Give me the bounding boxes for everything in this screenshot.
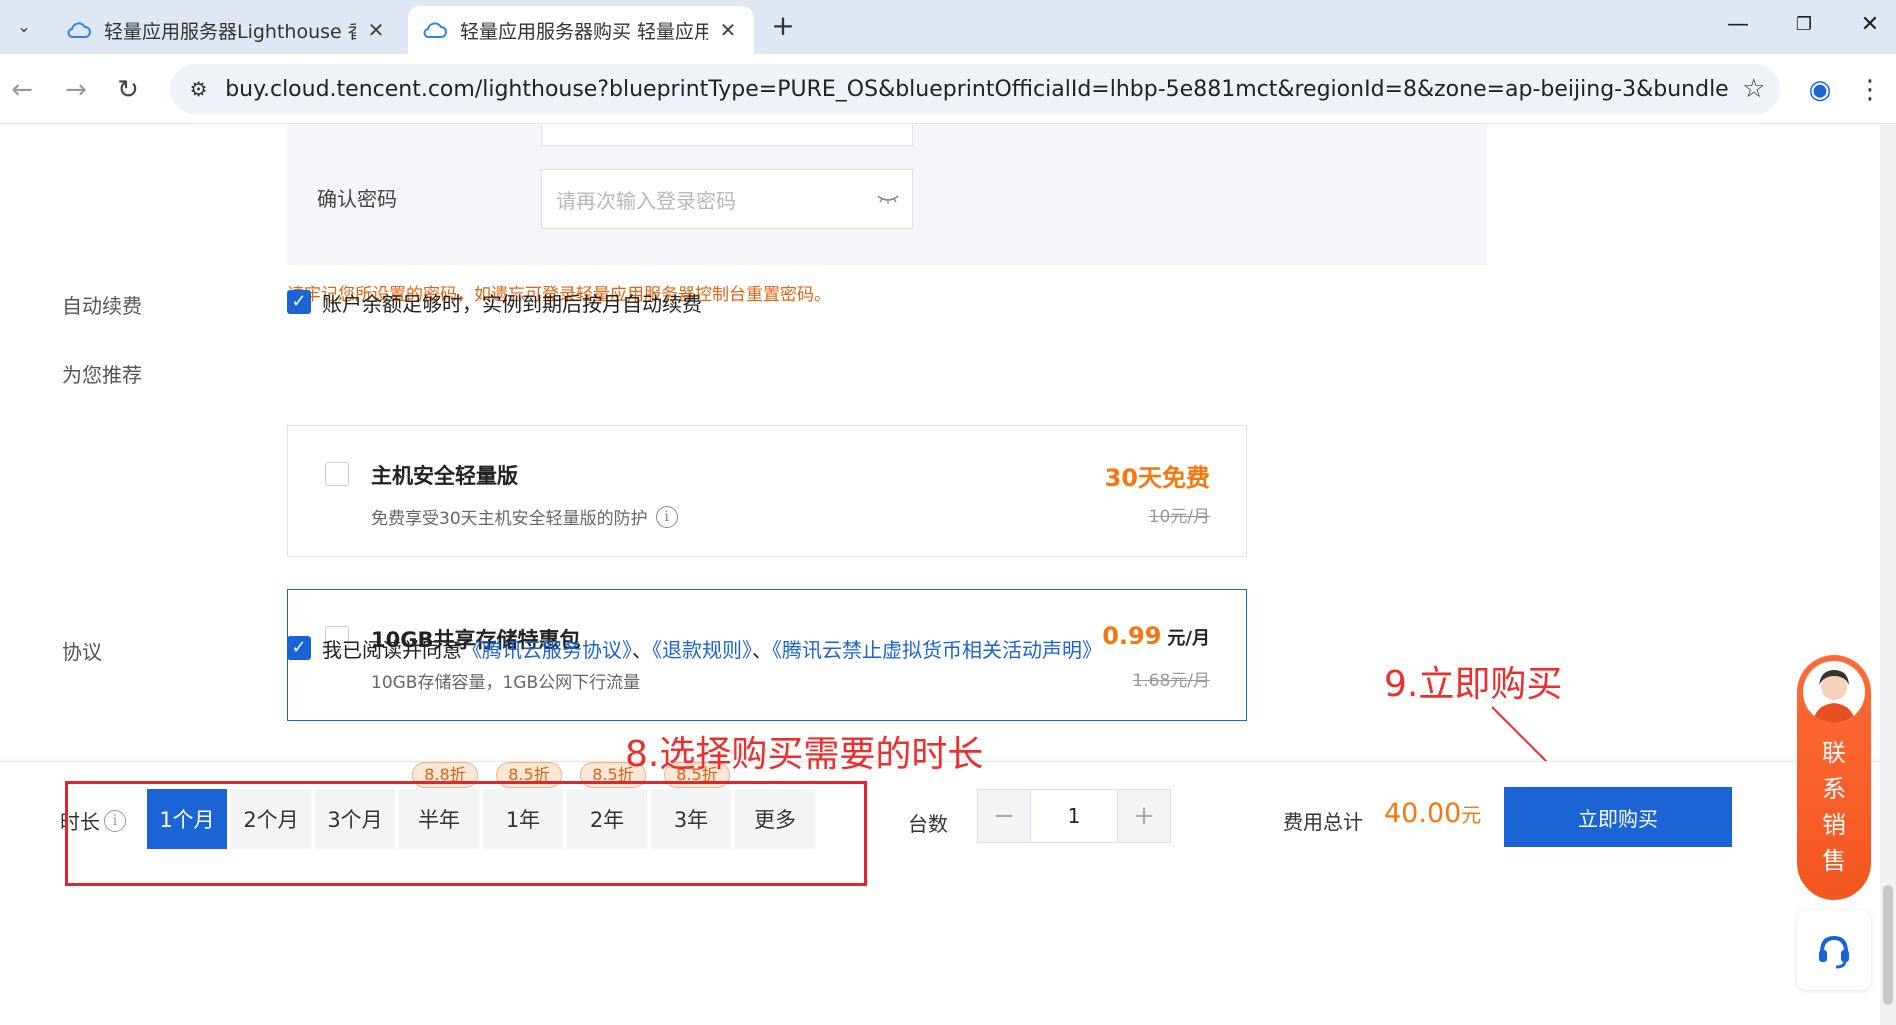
quantity-plus-button[interactable]: + [1118, 790, 1170, 842]
crypto-statement-link[interactable]: 《腾讯云禁止虚拟货币相关活动声明》 [772, 638, 1102, 662]
total-cost: 40.00元 [1384, 798, 1481, 829]
card-price-value: 30天免费 [1104, 464, 1210, 492]
headset-icon [1819, 935, 1849, 969]
scrollbar-thumb[interactable] [1883, 885, 1893, 1005]
card-original-price: 1.68元/月 [1132, 671, 1210, 691]
confirm-password-label: 确认密码 [317, 187, 397, 211]
confirm-password-input[interactable]: 请再次输入登录密码 [541, 169, 913, 229]
card-desc-text: 10GB存储容量，1GB公网下行流量 [371, 673, 641, 693]
tab-title: 轻量应用服务器购买 轻量应用 [460, 20, 708, 43]
agreement-separator: 、 [752, 638, 772, 662]
service-agreement-link[interactable]: 《腾讯云服务协议》 [462, 638, 632, 662]
card-desc-text: 免费享受30天主机安全轻量版的防护 [371, 509, 648, 529]
annotation-step9: 9.立即购买 [1384, 664, 1563, 705]
bookmark-star-icon[interactable]: ☆ [1728, 74, 1780, 104]
recommend-label: 为您推荐 [62, 363, 142, 387]
quantity-label: 台数 [908, 812, 948, 836]
agreement-separator: 、 [632, 638, 652, 662]
auto-renew-text: 账户余额足够时，实例到期后按月自动续费 [322, 292, 702, 316]
card-price: 0.99 元/月 [1102, 622, 1210, 650]
browser-toolbar: ← → ↻ ⚙ buy.cloud.tencent.com/lighthouse… [0, 54, 1896, 124]
customer-support-widget[interactable] [1797, 910, 1871, 990]
site-settings-icon[interactable]: ⚙ [178, 77, 219, 101]
contact-sales-widget[interactable]: 联 系 销 售 [1797, 655, 1871, 900]
sales-char: 联 [1822, 739, 1846, 767]
total-cost-amount: 40.00 [1384, 798, 1462, 829]
address-bar[interactable]: ⚙ buy.cloud.tencent.com/lighthouse?bluep… [170, 64, 1780, 114]
agreement-label: 协议 [62, 640, 102, 664]
browser-menu-icon[interactable]: ⋮ [1855, 70, 1885, 110]
tab-lighthouse[interactable]: 轻量应用服务器Lighthouse 香 ✕ [52, 6, 402, 54]
tab-search-chevron-icon[interactable]: ⌄ [6, 10, 42, 42]
tab-close-icon[interactable]: ✕ [364, 18, 388, 42]
auto-renew-checkbox[interactable]: ✓ [287, 290, 311, 314]
annotation-step8: 8.选择购买需要的时长 [625, 734, 984, 775]
tencent-cloud-icon [67, 22, 91, 38]
tab-title: 轻量应用服务器Lighthouse 香 [104, 20, 356, 43]
agreement-prefix: 我已阅读并同意 [322, 638, 462, 662]
info-icon[interactable]: i [655, 505, 678, 528]
forward-icon[interactable]: → [56, 70, 96, 110]
quantity-minus-button[interactable]: − [978, 790, 1030, 842]
card-original-price: 10元/月 [1148, 507, 1210, 527]
url-text[interactable]: buy.cloud.tencent.com/lighthouse?bluepri… [219, 77, 1727, 102]
card-desc: 10GB存储容量，1GB公网下行流量 [371, 668, 640, 693]
minimize-icon[interactable]: — [1718, 8, 1758, 42]
annotation-highlight-box [65, 781, 867, 886]
page-scrollbar[interactable] [1880, 125, 1896, 1025]
quantity-input[interactable]: 1 [1030, 790, 1118, 842]
purchase-page: 确认密码 请再次输入登录密码 请牢记您所设置的密码，如遗忘可登录轻量应用服务器控… [0, 125, 1880, 1025]
new-tab-icon[interactable]: + [766, 10, 800, 44]
agreement-text: 我已阅读并同意《腾讯云服务协议》、《退款规则》、《腾讯云禁止虚拟货币相关活动声明… [322, 634, 1102, 663]
restore-icon[interactable]: ❐ [1784, 8, 1824, 42]
hide-password-icon[interactable] [864, 189, 912, 210]
total-cost-label: 费用总计 [1283, 810, 1363, 834]
card-price-value: 0.99 [1102, 622, 1162, 650]
total-cost-unit: 元 [1461, 803, 1482, 827]
password-panel: 确认密码 请再次输入登录密码 [287, 125, 1487, 265]
password-input[interactable] [541, 125, 913, 146]
tab-close-icon[interactable]: ✕ [716, 18, 740, 42]
contact-sales-text: 联 系 销 售 [1797, 735, 1871, 879]
card-price: 30天免费 [1105, 458, 1210, 493]
agreement-checkbox[interactable]: ✓ [287, 636, 311, 660]
auto-renew-label: 自动续费 [62, 294, 142, 318]
quantity-stepper: − 1 + [977, 789, 1171, 843]
sales-char: 系 [1822, 775, 1846, 803]
card-title: 主机安全轻量版 [371, 464, 518, 488]
buy-now-button[interactable]: 立即购买 [1504, 787, 1732, 847]
sales-char: 售 [1822, 847, 1846, 875]
tencent-cloud-icon [423, 22, 447, 38]
confirm-password-placeholder: 请再次输入登录密码 [556, 188, 736, 213]
browser-tab-strip: ⌄ 轻量应用服务器Lighthouse 香 ✕ 轻量应用服务器购买 轻量应用 ✕… [0, 0, 1896, 54]
card-price-unit: 元/月 [1167, 628, 1210, 649]
recommend-card-host-security[interactable]: 主机安全轻量版 免费享受30天主机安全轻量版的防护 i 30天免费 10元/月 [287, 425, 1247, 557]
reload-icon[interactable]: ↻ [108, 70, 148, 110]
tab-lighthouse-purchase[interactable]: 轻量应用服务器购买 轻量应用 ✕ [408, 6, 754, 54]
refund-rules-link[interactable]: 《退款规则》 [652, 638, 752, 662]
card-desc: 免费享受30天主机安全轻量版的防护 i [371, 504, 678, 529]
sales-char: 销 [1822, 811, 1846, 839]
profile-icon[interactable]: ◉ [1800, 70, 1840, 110]
host-security-checkbox[interactable] [325, 462, 349, 486]
back-icon[interactable]: ← [2, 70, 42, 110]
close-window-icon[interactable]: ✕ [1850, 8, 1890, 42]
sales-avatar [1803, 661, 1865, 723]
